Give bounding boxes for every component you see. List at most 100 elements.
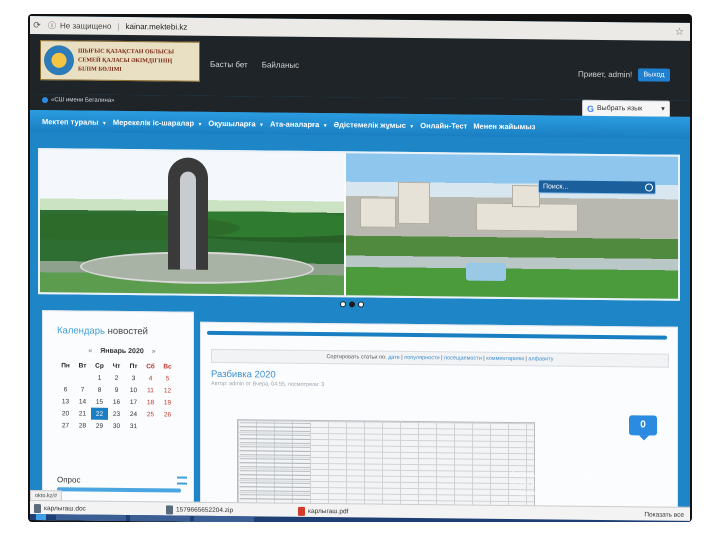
sort-option-popularity[interactable]: популярности — [404, 355, 439, 361]
logo-line-3: БІЛІМ БӨЛІМІ — [78, 66, 122, 73]
calendar-day[interactable]: 31 — [125, 420, 142, 432]
download-item[interactable]: карлыгаш.doc — [34, 503, 162, 514]
weekday: Вс — [163, 362, 172, 370]
menu-label: Менен жайымыз — [473, 121, 536, 131]
calendar-day[interactable]: 25 — [142, 408, 159, 420]
pdf-file-icon — [298, 506, 305, 516]
calendar-day[interactable]: 26 — [159, 408, 176, 420]
calendar-day[interactable]: 19 — [159, 396, 176, 408]
calendar-week-row: 27 28 29 30 31 — [57, 419, 176, 432]
reload-icon[interactable]: ⟳ — [30, 20, 44, 31]
menu-item-online-test[interactable]: Онлайн-Тест — [420, 121, 467, 130]
calendar-title-accent: Календарь — [57, 325, 105, 337]
monitor-frame: ⟳ ⓘ Не защищено | kainar.mektebi.kz ☆ ШЫ… — [28, 14, 692, 522]
menu-item-methodical[interactable]: Әдістемелік жұмыс ▼ — [334, 120, 415, 130]
menu-label: Онлайн-Тест — [420, 120, 468, 131]
calendar-day[interactable]: 7 — [74, 383, 91, 395]
url-text[interactable]: kainar.mektebi.kz — [126, 22, 188, 32]
chevron-down-icon: ▼ — [407, 123, 415, 130]
sort-option-date[interactable]: дате — [388, 355, 400, 361]
calendar-day[interactable]: 30 — [108, 420, 125, 432]
logout-button[interactable]: Выход — [638, 68, 670, 82]
sort-option-alphabet[interactable]: алфавиту — [528, 356, 553, 362]
sort-option-comments[interactable]: комментариям — [486, 356, 524, 362]
article-title[interactable]: Разбивка 2020 — [211, 369, 276, 381]
weekday: Пт — [129, 362, 138, 370]
download-item[interactable]: 1579665652204.zip — [166, 504, 294, 515]
logo-line-1: ШЫҒЫС ҚАЗАҚСТАН ОБЛЫСЫ — [78, 48, 175, 56]
site-header: ШЫҒЫС ҚАЗАҚСТАН ОБЛЫСЫ СЕМЕЙ ҚАЛАСЫ ӘКІМ… — [30, 34, 690, 101]
calendar-day[interactable]: 12 — [159, 384, 176, 396]
calendar-day[interactable]: 2 — [108, 372, 125, 384]
calendar-day[interactable]: 5 — [159, 372, 176, 384]
sidebar-panel: Календарь новостей « Январь 2020 » Пн Вт С… — [42, 310, 194, 522]
slide-monument-photo — [40, 150, 344, 296]
info-icon[interactable]: ⓘ — [48, 20, 56, 31]
taskbar-app-word[interactable] — [194, 515, 254, 522]
search-icon[interactable] — [645, 183, 653, 192]
menu-item-about-me[interactable]: Менен жайымыз — [473, 121, 535, 131]
calendar-day[interactable]: 29 — [91, 420, 108, 432]
sort-option-views[interactable]: посещаемости — [444, 355, 482, 361]
site-logo[interactable]: ШЫҒЫС ҚАЗАҚСТАН ОБЛЫСЫ СЕМЕЙ ҚАЛАСЫ ӘКІМ… — [40, 40, 200, 82]
doc-file-icon — [34, 503, 41, 513]
calendar-day[interactable]: 16 — [108, 396, 125, 408]
translate-label: Выбрать язык — [597, 104, 643, 113]
menu-icon[interactable] — [177, 476, 187, 485]
comment-count-badge[interactable]: 0 — [629, 415, 657, 436]
watermark-line-2: Чтобы активировать Windows, перейдите в … — [510, 480, 664, 498]
show-all-downloads-link[interactable]: Показать все — [644, 511, 684, 518]
taskbar-app-explorer[interactable] — [56, 514, 126, 522]
download-filename: 1579665652204.zip — [176, 506, 234, 514]
calendar-day[interactable]: 15 — [91, 396, 108, 408]
menu-item-about[interactable]: Мектеп туралы ▼ — [42, 117, 107, 127]
school-label[interactable]: «СШ имени Бегалина» — [42, 97, 115, 104]
calendar-title-rest: новостей — [104, 325, 148, 338]
download-item[interactable]: карлыгаш.pdf — [298, 506, 426, 516]
calendar-day[interactable]: 18 — [142, 396, 159, 408]
calendar-day[interactable]: 24 — [125, 408, 142, 420]
calendar-empty-cell — [57, 371, 74, 383]
slider-dot[interactable] — [340, 301, 346, 308]
calendar-day[interactable]: 27 — [57, 419, 74, 431]
slider-dot-active[interactable] — [349, 301, 355, 308]
menu-item-parents[interactable]: Ата-аналарға ▼ — [270, 119, 328, 129]
security-label: Не защищено — [60, 20, 112, 31]
calendar-day[interactable]: 9 — [108, 384, 125, 396]
building-decoration — [398, 181, 430, 225]
menu-item-students[interactable]: Оқушыларға ▼ — [208, 118, 264, 128]
calendar-day[interactable]: 22 — [91, 407, 108, 420]
nav-contact[interactable]: Байланыс — [262, 60, 299, 69]
calendar-day[interactable]: 1 — [91, 372, 108, 384]
calendar-day[interactable]: 10 — [125, 384, 142, 396]
nav-home[interactable]: Басты бет — [210, 60, 248, 69]
menu-label: Мектеп туралы — [42, 116, 99, 127]
slide-city-photo — [346, 153, 678, 299]
calendar-day[interactable]: 6 — [57, 383, 74, 395]
search-input[interactable]: Поиск... — [538, 179, 656, 195]
windows-start-icon[interactable] — [36, 514, 46, 522]
bookmark-star-icon[interactable]: ☆ — [675, 26, 684, 37]
emblem-icon — [44, 45, 74, 76]
next-month-link[interactable]: » — [152, 348, 156, 355]
taskbar-app-browser[interactable] — [130, 515, 190, 522]
weekday: Чт — [112, 362, 121, 370]
calendar-day[interactable]: 3 — [125, 372, 142, 384]
calendar-day[interactable]: 14 — [74, 395, 91, 407]
calendar-day[interactable]: 20 — [57, 407, 74, 419]
calendar-month: Январь 2020 — [100, 347, 144, 356]
calendar-day[interactable]: 4 — [142, 372, 159, 384]
calendar-day[interactable]: 8 — [91, 384, 108, 396]
calendar-day[interactable]: 13 — [57, 395, 74, 407]
slider-dot[interactable] — [358, 301, 364, 308]
image-slider[interactable] — [38, 148, 680, 301]
calendar-day[interactable]: 11 — [142, 384, 159, 396]
calendar-day[interactable]: 17 — [125, 396, 142, 408]
calendar-day[interactable]: 23 — [108, 408, 125, 420]
chevron-down-icon: ▼ — [321, 122, 328, 129]
menu-item-events[interactable]: Мерекелік іс-шаралар ▼ — [113, 117, 203, 127]
prev-month-link[interactable]: « — [88, 348, 92, 355]
calendar-day[interactable]: 28 — [74, 419, 91, 431]
calendar-day[interactable]: 21 — [74, 407, 91, 419]
calendar-empty-cell — [159, 420, 176, 432]
